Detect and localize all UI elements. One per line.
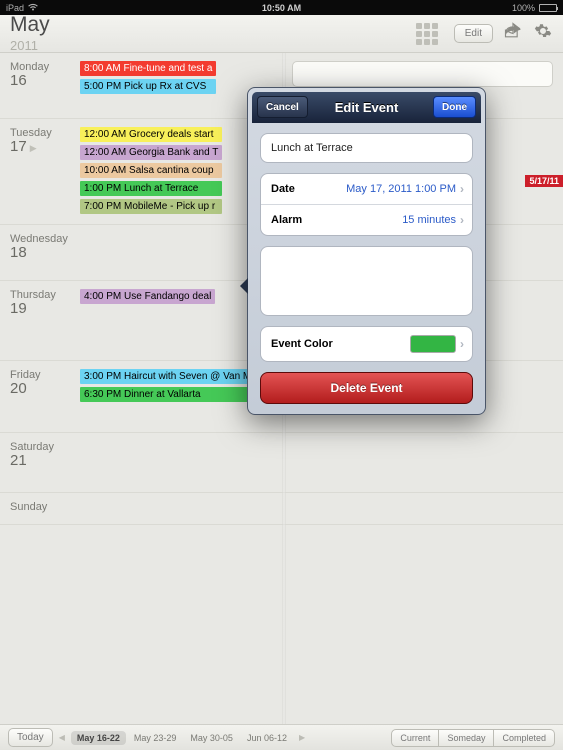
event-item[interactable]: 8:00 AM Fine-tune and test a bbox=[80, 61, 216, 76]
date-row[interactable]: Date May 17, 2011 1:00 PM › bbox=[261, 174, 472, 205]
chevron-right-icon: › bbox=[460, 337, 464, 351]
day-label: Wednesday18 bbox=[10, 233, 80, 270]
list-filter-segment[interactable]: CurrentSomedayCompleted bbox=[391, 729, 555, 747]
event-item[interactable]: 4:00 PM Use Fandango deal bbox=[80, 289, 215, 304]
alarm-row[interactable]: Alarm 15 minutes › bbox=[261, 205, 472, 235]
event-list: 4:00 PM Use Fandango deal bbox=[80, 289, 215, 350]
week-tab[interactable]: May 16-22 bbox=[71, 731, 126, 745]
popover-title: Edit Event bbox=[335, 100, 399, 115]
segment-someday[interactable]: Someday bbox=[439, 729, 494, 747]
event-color-label: Event Color bbox=[271, 338, 333, 350]
footer-bar: Today ◀ May 16-22May 23-29May 30-05Jun 0… bbox=[0, 724, 563, 750]
event-title-field[interactable]: Lunch at Terrace bbox=[260, 133, 473, 163]
segment-current[interactable]: Current bbox=[391, 729, 439, 747]
battery-pct: 100% bbox=[512, 3, 535, 13]
popover-header: Cancel Edit Event Done bbox=[252, 92, 481, 123]
wifi-icon bbox=[28, 3, 38, 13]
edit-event-popover: Cancel Edit Event Done Lunch at Terrace … bbox=[247, 87, 486, 415]
event-color-row[interactable]: Event Color › bbox=[261, 327, 472, 361]
day-label: Friday20 bbox=[10, 369, 80, 422]
alarm-value: 15 minutes bbox=[402, 214, 456, 226]
battery-icon bbox=[539, 4, 557, 12]
app-header: May 2011 Edit bbox=[0, 15, 563, 53]
week-tab[interactable]: May 30-05 bbox=[184, 731, 239, 745]
day-label: Monday16 bbox=[10, 61, 80, 108]
status-bar: iPad 10:50 AM 100% bbox=[0, 0, 563, 15]
alarm-label: Alarm bbox=[271, 214, 302, 226]
today-button[interactable]: Today bbox=[8, 728, 53, 747]
event-list: 12:00 AM Grocery deals start 12:00 AM Geo… bbox=[80, 127, 222, 214]
edit-button[interactable]: Edit bbox=[454, 24, 493, 43]
segment-completed[interactable]: Completed bbox=[494, 729, 555, 747]
delete-event-button[interactable]: Delete Event bbox=[260, 372, 473, 404]
week-tab[interactable]: Jun 06-12 bbox=[241, 731, 293, 745]
year-subtitle: 2011 bbox=[10, 38, 38, 53]
color-swatch bbox=[410, 335, 456, 353]
chevron-right-icon: › bbox=[460, 182, 464, 196]
event-item[interactable]: 7:00 PM MobileMe - Pick up r bbox=[80, 199, 222, 214]
month-title: May bbox=[10, 13, 50, 37]
date-value: May 17, 2011 1:00 PM bbox=[346, 183, 456, 195]
clock: 10:50 AM bbox=[262, 3, 301, 13]
gear-icon[interactable] bbox=[533, 22, 553, 45]
device-label: iPad bbox=[6, 3, 24, 13]
day-label: Thursday19 bbox=[10, 289, 80, 350]
event-item[interactable]: 12:00 AM Grocery deals start bbox=[80, 127, 222, 142]
day-label: Tuesday17 ▶ bbox=[10, 127, 80, 214]
today-date-badge: 5/17/11 bbox=[525, 175, 563, 187]
week-tab[interactable]: May 23-29 bbox=[128, 731, 183, 745]
prev-week-icon[interactable]: ◀ bbox=[59, 733, 65, 742]
day-label: Sunday bbox=[10, 501, 80, 514]
cancel-button[interactable]: Cancel bbox=[257, 96, 308, 118]
event-item[interactable]: 10:00 AM Salsa cantina coup bbox=[80, 163, 222, 178]
month-view-button[interactable] bbox=[416, 23, 444, 45]
event-item[interactable]: 12:00 AM Georgia Bank and T bbox=[80, 145, 222, 160]
notes-field[interactable] bbox=[260, 246, 473, 316]
done-button[interactable]: Done bbox=[433, 96, 476, 118]
share-icon[interactable] bbox=[503, 22, 523, 45]
popover-arrow bbox=[240, 278, 248, 294]
week-tabs: May 16-22May 23-29May 30-05Jun 06-12 bbox=[71, 731, 293, 745]
event-list: 8:00 AM Fine-tune and test a 5:00 PM Pick… bbox=[80, 61, 216, 108]
day-label: Saturday21 bbox=[10, 441, 80, 482]
event-item[interactable]: 5:00 PM Pick up Rx at CVS bbox=[80, 79, 216, 94]
right-input-box[interactable] bbox=[292, 61, 553, 87]
next-week-icon[interactable]: ▶ bbox=[299, 733, 305, 742]
event-item[interactable]: 1:00 PM Lunch at Terrace bbox=[80, 181, 222, 196]
chevron-right-icon: › bbox=[460, 213, 464, 227]
date-label: Date bbox=[271, 183, 295, 195]
